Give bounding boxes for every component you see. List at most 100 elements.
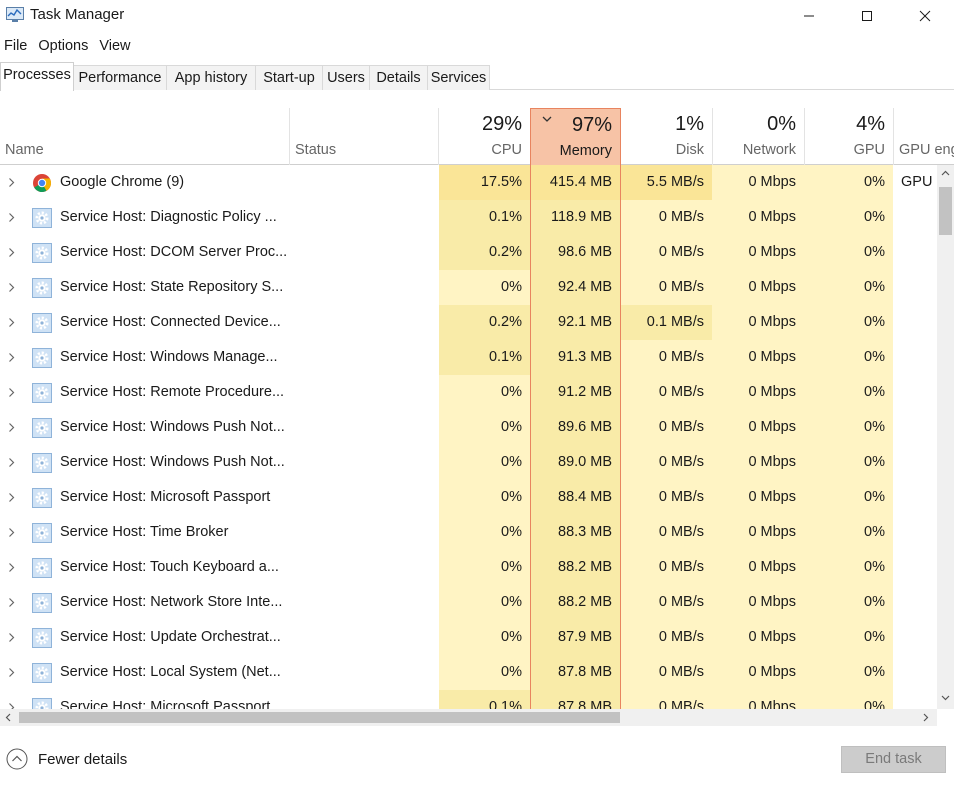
memory-total-percent: 97% [571,114,612,136]
cell-network: 0 Mbps [712,690,804,709]
expand-chevron-icon[interactable] [8,492,15,503]
maximize-button[interactable] [838,0,896,32]
expand-chevron-icon[interactable] [8,597,15,608]
expand-chevron-icon[interactable] [8,562,15,573]
column-name[interactable]: Name [0,108,289,165]
table-row[interactable]: Service Host: Diagnostic Policy ... 0.1% 1… [0,200,938,235]
tab-users[interactable]: Users [322,65,370,90]
expand-chevron-icon[interactable] [8,457,15,468]
title-bar: Task Manager [0,0,954,32]
gear-icon [32,558,52,578]
tab-services[interactable]: Services [427,65,490,90]
cell-cpu: 0% [439,655,530,690]
cell-gpu-engine: GPU [901,174,933,190]
gear-icon [32,348,52,368]
table-row[interactable]: Service Host: Windows Push Not... 0% 89.6 … [0,410,938,445]
scroll-down-button[interactable] [937,689,954,706]
tab-processes[interactable]: Processes [0,62,74,91]
cell-gpu-engine [901,515,937,550]
table-row[interactable]: Service Host: Windows Manage... 0.1% 91.3 … [0,340,938,375]
cell-network: 0 Mbps [712,165,804,200]
column-gpu-engine[interactable]: GPU eng [894,108,954,165]
minimize-button[interactable] [780,0,838,32]
tab-performance[interactable]: Performance [73,65,167,90]
chevron-down-icon [941,695,950,701]
table-row[interactable]: Service Host: Microsoft Passport 0.1% 87.8… [0,690,938,709]
column-cpu[interactable]: 29% CPU [439,108,530,165]
cell-cpu: 0% [439,550,530,585]
cell-cpu: 0% [439,585,530,620]
expand-chevron-icon[interactable] [8,177,15,188]
fewer-details-button[interactable]: Fewer details [6,748,127,770]
tab-details[interactable]: Details [369,65,428,90]
column-network[interactable]: 0% Network [713,108,804,165]
process-name: Service Host: Microsoft Passport [60,489,271,505]
table-row[interactable]: Service Host: Local System (Net... 0% 87.8… [0,655,938,690]
expand-chevron-icon[interactable] [8,387,15,398]
table-row[interactable]: Service Host: Connected Device... 0.2% 92.… [0,305,938,340]
cell-cpu: 0% [439,620,530,655]
column-memory[interactable]: 97% Memory [530,108,621,165]
cell-gpu: 0% [804,375,893,410]
expand-chevron-icon[interactable] [8,422,15,433]
cell-gpu-engine [901,410,937,445]
column-status[interactable]: Status [290,108,438,165]
window-title: Task Manager [30,6,125,23]
cpu-total-percent: 29% [481,113,522,135]
vertical-scrollbar[interactable] [937,165,954,709]
process-name: Service Host: Windows Push Not... [60,454,285,470]
expand-chevron-icon[interactable] [8,702,15,709]
table-row[interactable]: Service Host: Microsoft Passport 0% 88.4 M… [0,480,938,515]
chrome-icon [33,174,52,193]
cell-cpu: 0.2% [439,235,530,270]
table-row[interactable]: Service Host: State Repository S... 0% 92.… [0,270,938,305]
expand-chevron-icon[interactable] [8,527,15,538]
table-row[interactable]: Service Host: Remote Procedure... 0% 91.2 … [0,375,938,410]
column-gpu[interactable]: 4% GPU [805,108,893,165]
network-total-percent: 0% [767,113,796,135]
column-disk[interactable]: 1% Disk [621,108,712,165]
table-row[interactable]: Service Host: Touch Keyboard a... 0% 88.2 … [0,550,938,585]
expand-chevron-icon[interactable] [8,282,15,293]
cell-network: 0 Mbps [712,655,804,690]
menu-options[interactable]: Options [34,36,95,58]
tab-start-up[interactable]: Start-up [255,65,323,90]
process-name: Service Host: State Repository S... [60,279,284,295]
table-row[interactable]: Service Host: Time Broker 0% 88.3 MB 0 MB/s… [0,515,938,550]
vertical-scroll-thumb[interactable] [939,187,952,235]
scroll-left-button[interactable] [0,709,17,726]
scroll-right-button[interactable] [917,709,934,726]
horizontal-scrollbar[interactable] [0,709,937,726]
end-task-button[interactable]: End task [841,746,946,773]
process-table: Google Chrome (9) 17.5% 415.4 MB 5.5 MB/s 0 … [0,165,938,709]
cell-cpu: 0% [439,410,530,445]
process-name: Service Host: Remote Procedure... [60,384,285,400]
column-gpu-label: GPU [853,142,885,158]
table-row[interactable]: Service Host: Network Store Inte... 0% 88.… [0,585,938,620]
table-row[interactable]: Google Chrome (9) 17.5% 415.4 MB 5.5 MB/s 0 … [0,165,938,200]
process-name: Service Host: Windows Push Not... [60,419,285,435]
table-row[interactable]: Service Host: DCOM Server Proc... 0.2% 98.… [0,235,938,270]
expand-chevron-icon[interactable] [8,212,15,223]
expand-chevron-icon[interactable] [8,632,15,643]
expand-chevron-icon[interactable] [8,667,15,678]
scroll-up-button[interactable] [937,165,954,182]
table-row[interactable]: Service Host: Windows Push Not... 0% 89.0 … [0,445,938,480]
menu-file[interactable]: File [0,36,34,58]
menu-view[interactable]: View [95,36,137,58]
cell-disk: 0 MB/s [621,235,712,270]
horizontal-scroll-thumb[interactable] [19,712,620,723]
expand-chevron-icon[interactable] [8,247,15,258]
close-button[interactable] [896,0,954,32]
expand-chevron-icon[interactable] [8,317,15,328]
tab-strip: Processes Performance App history Start-… [0,62,954,91]
cell-gpu: 0% [804,515,893,550]
column-network-label: Network [742,142,796,158]
cell-memory: 88.2 MB [531,585,620,620]
cell-network: 0 Mbps [712,375,804,410]
tab-app-history[interactable]: App history [166,65,256,90]
expand-chevron-icon[interactable] [8,352,15,363]
cell-gpu: 0% [804,445,893,480]
table-row[interactable]: Service Host: Update Orchestrat... 0% 87.9… [0,620,938,655]
cell-memory: 88.2 MB [531,550,620,585]
